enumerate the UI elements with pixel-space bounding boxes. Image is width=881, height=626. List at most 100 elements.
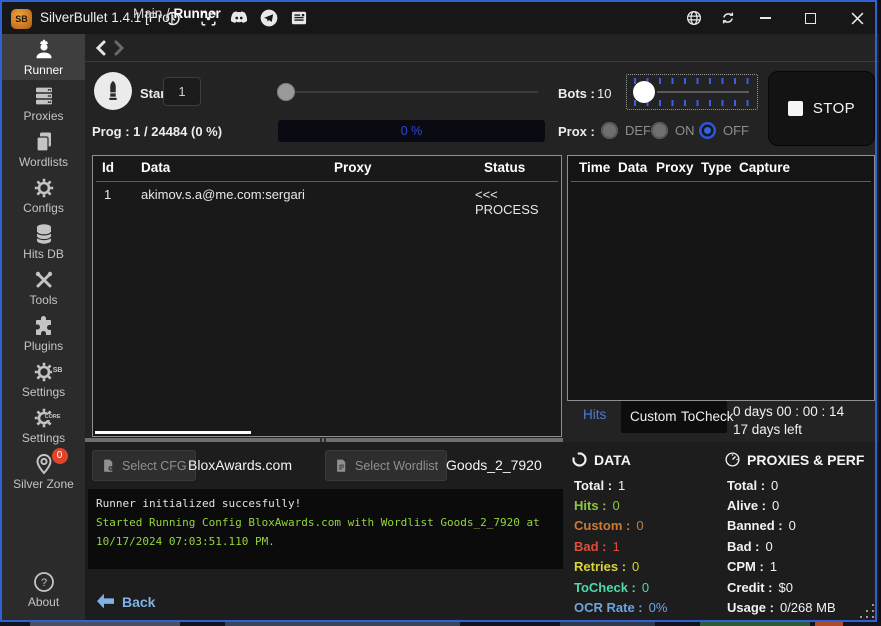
tab-custom[interactable]: Custom [630, 409, 677, 424]
prox-radio-off[interactable]: OFF [699, 122, 749, 139]
start-input[interactable] [163, 77, 201, 106]
horizontal-scrollbar[interactable] [95, 431, 251, 434]
col-header-id[interactable]: Id [102, 160, 114, 175]
stat-credit: Credit :$0 [727, 577, 836, 597]
selected-wordlist-name: Goods_2_7920 [446, 457, 542, 473]
sidebar: Runner Proxies Wordlists Configs Hits DB [2, 34, 85, 620]
stat-hits: Hits :0 [574, 495, 667, 515]
bots-slider[interactable] [626, 74, 758, 110]
silverbullet-app: { "titlebar": { "logo_text": "SB", "titl… [0, 0, 881, 626]
stat-proxy-bad: Bad :0 [727, 536, 836, 556]
col-header-data[interactable]: Data [141, 160, 170, 175]
col-header-status[interactable]: Status [484, 160, 525, 175]
bots-slider-track [657, 91, 749, 93]
stat-tocheck: ToCheck :0 [574, 577, 667, 597]
nav-forward-chevron[interactable] [112, 40, 126, 56]
close-icon [851, 12, 864, 25]
select-wordlist-button[interactable]: Select Wordlist [325, 450, 447, 481]
perf-stats: Total :0 Alive :0 Banned :0 Bad :0 CPM :… [727, 475, 836, 618]
sidebar-item-proxies[interactable]: Proxies [2, 80, 85, 126]
refresh-circle-icon [571, 451, 588, 468]
runner-table: Id Data Proxy Status 1 akimov.s.a@me.com… [92, 155, 562, 437]
telegram-icon[interactable] [259, 8, 279, 28]
maximize-button[interactable] [793, 2, 827, 34]
col-header-proxy2[interactable]: Proxy [656, 160, 694, 175]
col-header-capture[interactable]: Capture [739, 160, 790, 175]
bots-value: 10 [597, 86, 611, 101]
minimize-button[interactable] [748, 2, 782, 34]
start-slider-track[interactable] [292, 91, 538, 93]
sidebar-item-settings-core[interactable]: CORE Settings [2, 402, 85, 448]
nav-back-chevron[interactable] [94, 40, 108, 56]
stat-retries: Retries :0 [574, 557, 667, 577]
prox-radio-on[interactable]: ON [651, 122, 695, 139]
col-header-type[interactable]: Type [701, 160, 732, 175]
runtime-timer: 0 days 00 : 00 : 14 17 days left [733, 403, 844, 439]
stat-ocr-rate: OCR Rate :0% [574, 597, 667, 617]
sidebar-item-plugins[interactable]: Plugins [2, 310, 85, 356]
breadcrumb-bar [85, 34, 879, 62]
back-arrow-icon [96, 593, 115, 610]
stop-button[interactable]: STOP [768, 71, 875, 146]
col-header-data2[interactable]: Data [618, 160, 647, 175]
sidebar-item-configs[interactable]: Configs [2, 172, 85, 218]
sidebar-item-tools[interactable]: Tools [2, 264, 85, 310]
sidebar-item-hitsdb[interactable]: Hits DB [2, 218, 85, 264]
gear-icon [32, 176, 56, 200]
files-icon [32, 130, 56, 154]
timer-value: 0 days 00 : 00 : 14 [733, 403, 844, 421]
sidebar-item-runner[interactable]: Runner [2, 34, 85, 80]
bots-label: Bots : [558, 86, 595, 101]
svg-text:?: ? [40, 577, 46, 589]
data-panel-header: DATA [571, 451, 631, 468]
log-console: Runner initialized succesfully! Started … [88, 489, 563, 569]
stat-total: Total :1 [574, 475, 667, 495]
stat-usage: Usage :0/268 MB [727, 597, 836, 617]
select-cfg-button[interactable]: Select CFG [92, 450, 196, 481]
news-icon[interactable] [289, 8, 309, 28]
stat-proxy-alive: Alive :0 [727, 495, 836, 515]
start-slider-handle[interactable] [277, 83, 295, 101]
tab-hits[interactable]: Hits [583, 407, 606, 422]
tab-tocheck[interactable]: ToCheck [681, 409, 734, 424]
data-stats: Total :1 Hits :0 Custom :0 Bad :1 Retrie… [574, 475, 667, 618]
discord-icon[interactable] [229, 8, 249, 28]
selected-config-name: BloxAwards.com [188, 457, 292, 473]
core-gear-icon: CORE [32, 406, 56, 430]
col-header-proxy[interactable]: Proxy [334, 160, 372, 175]
days-left: 17 days left [733, 421, 844, 439]
silver-zone-badge: 0 [52, 448, 68, 464]
progress-bar: 0 % [278, 120, 545, 142]
globe-icon[interactable] [684, 8, 704, 28]
back-button[interactable]: Back [96, 593, 155, 610]
row-id: 1 [104, 187, 111, 202]
header-divider [571, 181, 871, 182]
progress-label: Prog : 1 / 24484 (0 %) [92, 124, 222, 139]
perf-panel-header: PROXIES & PERF [724, 451, 864, 468]
sync-icon[interactable] [718, 8, 738, 28]
radio-off-circle [699, 122, 716, 139]
sidebar-item-silver-zone[interactable]: 0 Silver Zone [2, 448, 85, 494]
log-line: Runner initialized succesfully! [96, 494, 555, 513]
breadcrumb: Main / Runner [133, 6, 221, 21]
maximize-icon [805, 13, 816, 24]
tab-group: Custom ToCheck [621, 401, 727, 433]
pin-icon: 0 [32, 452, 56, 476]
slider-ticks-bottom [634, 100, 750, 106]
col-header-time[interactable]: Time [579, 160, 610, 175]
stat-bad: Bad :1 [574, 536, 667, 556]
radio-on-circle [651, 122, 668, 139]
prox-radio-def[interactable]: DEF [601, 122, 651, 139]
sidebar-item-about[interactable]: ? About [2, 566, 85, 612]
resize-grip[interactable] [860, 604, 874, 618]
close-button[interactable] [840, 2, 874, 34]
sb-gear-icon: SB [32, 360, 56, 384]
header-divider [96, 181, 558, 182]
sidebar-item-settings-sb[interactable]: SB Settings [2, 356, 85, 402]
database-icon [32, 222, 56, 246]
tools-icon [32, 268, 56, 292]
bots-slider-handle[interactable] [633, 81, 655, 103]
stat-proxy-banned: Banned :0 [727, 516, 836, 536]
results-table: Time Data Proxy Type Capture [567, 155, 875, 401]
sidebar-item-wordlists[interactable]: Wordlists [2, 126, 85, 172]
